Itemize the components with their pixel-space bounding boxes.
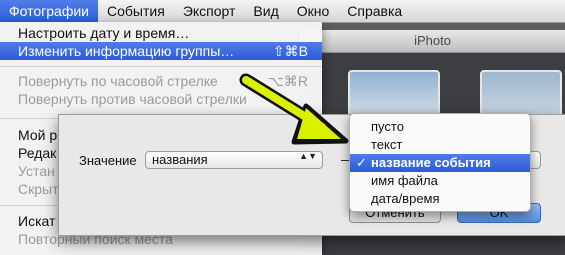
menu-item-rotate-clockwise[interactable]: Повернуть по часовой стрелке ⌥⌘R [0,72,322,90]
option-label: дата/время [371,191,440,206]
option-text[interactable]: текст [350,136,530,154]
option-event-name[interactable]: ✓ название события [350,154,530,172]
updown-arrows-icon: ▲▼ [299,151,317,161]
menu-item-label: Редак [18,145,57,161]
menu-bar: Фотографии События Экспорт Вид Окно Спра… [0,0,565,23]
option-label: пусто [371,119,404,134]
menu-events[interactable]: События [98,0,174,22]
menu-item-label: Скрыт [18,181,59,197]
value-options-list: пусто текст ✓ название события имя файла… [349,113,531,212]
menu-item-label: Искат [18,213,56,229]
option-filename[interactable]: имя файла [350,172,530,190]
option-label: текст [371,137,403,152]
value-label: Значение [79,153,137,168]
menu-separator [0,66,322,67]
menu-item-batch-change[interactable]: Изменить информацию группы… ⇧⌘B [0,42,322,60]
menu-item-adjust-date-time[interactable]: Настроить дату и время… [0,24,322,42]
checkmark-icon: ✓ [356,155,367,170]
menu-item-label: Настроить дату и время… [18,25,190,41]
menu-item-label: Повернуть против часовой стрелки [18,91,247,107]
option-label: название события [371,155,491,170]
menu-item-shortcut: ⇧⌘B [272,43,308,59]
menu-photos[interactable]: Фотографии [0,0,99,22]
option-date-time[interactable]: дата/время [350,190,530,208]
menu-window[interactable]: Окно [288,0,339,22]
menu-item-rotate-counterclockwise[interactable]: Повернуть против часовой стрелки [0,90,322,108]
menu-view[interactable]: Вид [244,0,287,22]
window-title: iPhoto [300,30,565,53]
menu-item-label: Мой р [18,127,58,143]
menu-help[interactable]: Справка [338,0,411,22]
option-empty[interactable]: пусто [350,118,530,136]
menu-item-label: Повернуть по часовой стрелке [18,73,218,89]
menu-export[interactable]: Экспорт [174,0,245,22]
screen: iPhoto Фотографии События Экспорт Вид Ок… [0,0,565,255]
menu-item-shortcut: ⌥⌘R [267,73,308,89]
popup-value: названия [152,152,208,167]
value-popup-button[interactable]: названия ▲▼ [145,151,323,169]
menu-item-label: Изменить информацию группы… [18,43,235,59]
option-label: имя файла [371,173,438,188]
menu-item-label: Устан [18,163,55,179]
